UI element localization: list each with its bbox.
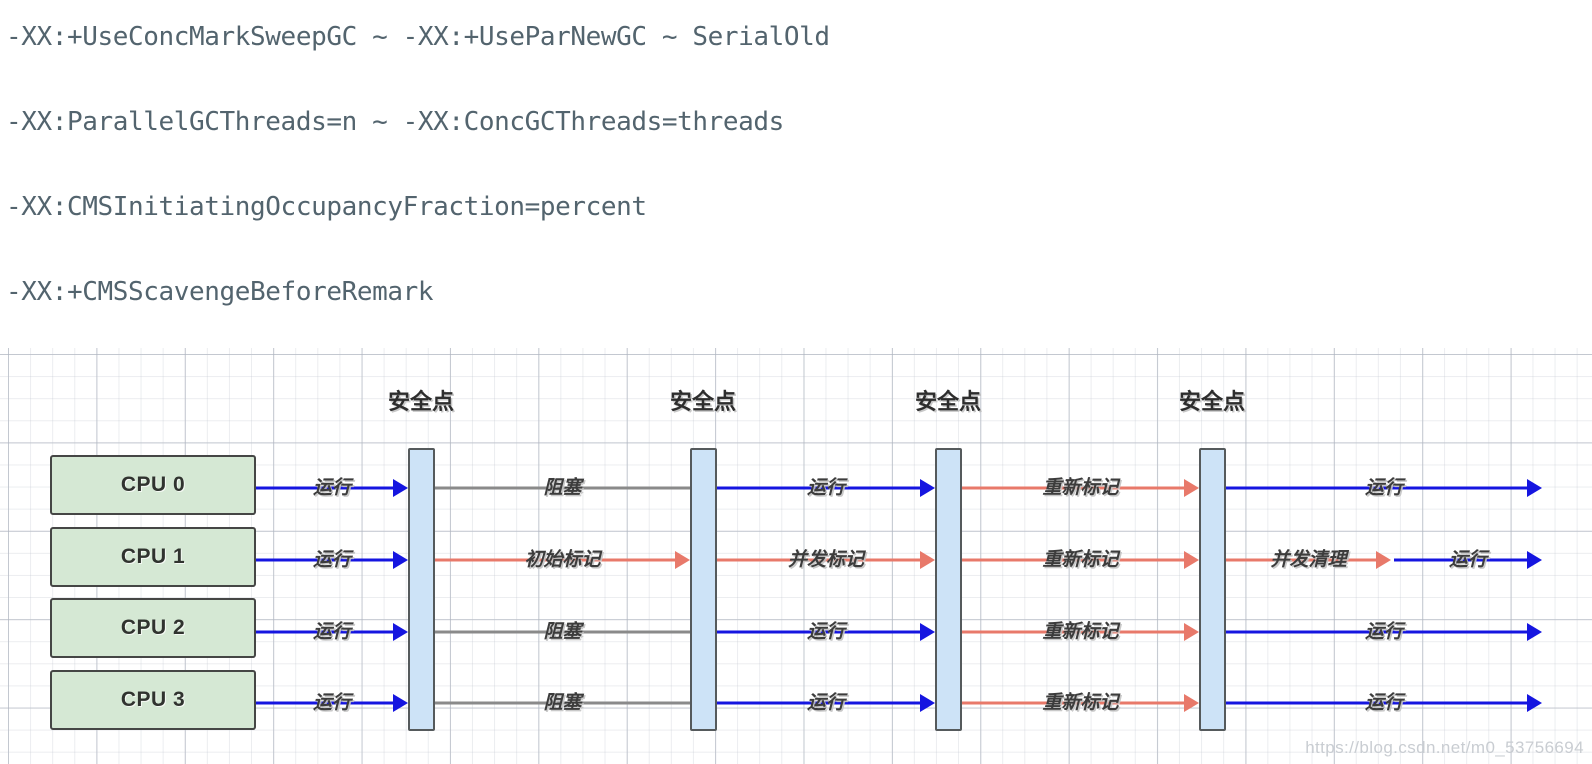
segment-label: 阻塞	[543, 621, 582, 643]
arrowhead-icon	[393, 479, 408, 497]
arrowhead-icon	[920, 551, 935, 569]
arrowhead-icon	[393, 694, 408, 712]
safepoint-label-0: 安全点	[387, 389, 455, 414]
arrowhead-icon	[393, 551, 408, 569]
safepoint-bar-2	[935, 448, 962, 731]
segment-label: 运行	[312, 477, 352, 499]
arrowhead-icon	[1376, 551, 1391, 569]
arrowhead-icon	[1184, 479, 1199, 497]
segment-label: 重新标记	[1042, 549, 1119, 571]
cms-gc-timeline-diagram: CPU 0 CPU 1 CPU 2 CPU 3 运行 阻塞 运行 重新标记 运行 运行 初始标记并…	[0, 348, 1592, 764]
arrowhead-icon	[675, 551, 690, 569]
jvm-option-line-1: -XX:+UseConcMarkSweepGC ~ -XX:+UseParNew…	[6, 22, 830, 52]
jvm-option-line-2: -XX:ParallelGCThreads=n ~ -XX:ConcGCThre…	[6, 107, 784, 137]
cpu-box-1: CPU 1	[50, 527, 256, 587]
segment-label: 阻塞	[543, 477, 582, 499]
safepoint-label-2: 安全点	[914, 389, 982, 414]
segment-label: 重新标记	[1042, 477, 1119, 499]
segment-label: 运行	[1364, 477, 1404, 499]
arrowhead-icon	[393, 623, 408, 641]
segment-label: 运行	[1364, 692, 1404, 714]
arrowhead-icon	[1527, 479, 1542, 497]
segment-label: 运行	[312, 621, 352, 643]
watermark: https://blog.csdn.net/m0_53756694	[1305, 738, 1584, 757]
segment-label: 阻塞	[543, 692, 582, 714]
arrowhead-icon	[1527, 623, 1542, 641]
arrowhead-icon	[920, 623, 935, 641]
jvm-option-line-3: -XX:CMSInitiatingOccupancyFraction=perce…	[6, 192, 647, 222]
cpu-box-0: CPU 0	[50, 455, 256, 515]
arrowhead-icon	[1184, 551, 1199, 569]
safepoint-label-1: 安全点	[669, 389, 737, 414]
segment-label: 运行	[1364, 621, 1404, 643]
segment-label: 并发清理	[1270, 549, 1347, 571]
arrowhead-icon	[920, 479, 935, 497]
segment-label: 重新标记	[1042, 621, 1119, 643]
segment-label: 重新标记	[1042, 692, 1119, 714]
arrowhead-icon	[1184, 623, 1199, 641]
safepoint-bar-1	[690, 448, 717, 731]
arrowhead-icon	[920, 694, 935, 712]
safepoint-label-3: 安全点	[1178, 389, 1246, 414]
segment-label: 运行	[806, 692, 846, 714]
cpu-box-3: CPU 3	[50, 670, 256, 730]
jvm-option-line-4: -XX:+CMSScavengeBeforeRemark	[6, 277, 434, 307]
segment-label: 并发标记	[787, 549, 865, 571]
arrowhead-icon	[1527, 694, 1542, 712]
arrowhead-icon	[1527, 551, 1542, 569]
jvm-options-text-block: -XX:+UseConcMarkSweepGC ~ -XX:+UseParNew…	[0, 0, 1592, 348]
safepoint-bar-3	[1199, 448, 1226, 731]
segment-label: 运行	[806, 477, 846, 499]
segment-label: 运行	[312, 692, 352, 714]
cpu-box-2: CPU 2	[50, 598, 256, 658]
safepoint-bar-0	[408, 448, 435, 731]
segment-label: 初始标记	[524, 549, 601, 571]
arrowhead-icon	[1184, 694, 1199, 712]
segment-label: 运行	[806, 621, 846, 643]
segment-label: 运行	[312, 549, 352, 571]
segment-label: 运行	[1448, 549, 1488, 571]
